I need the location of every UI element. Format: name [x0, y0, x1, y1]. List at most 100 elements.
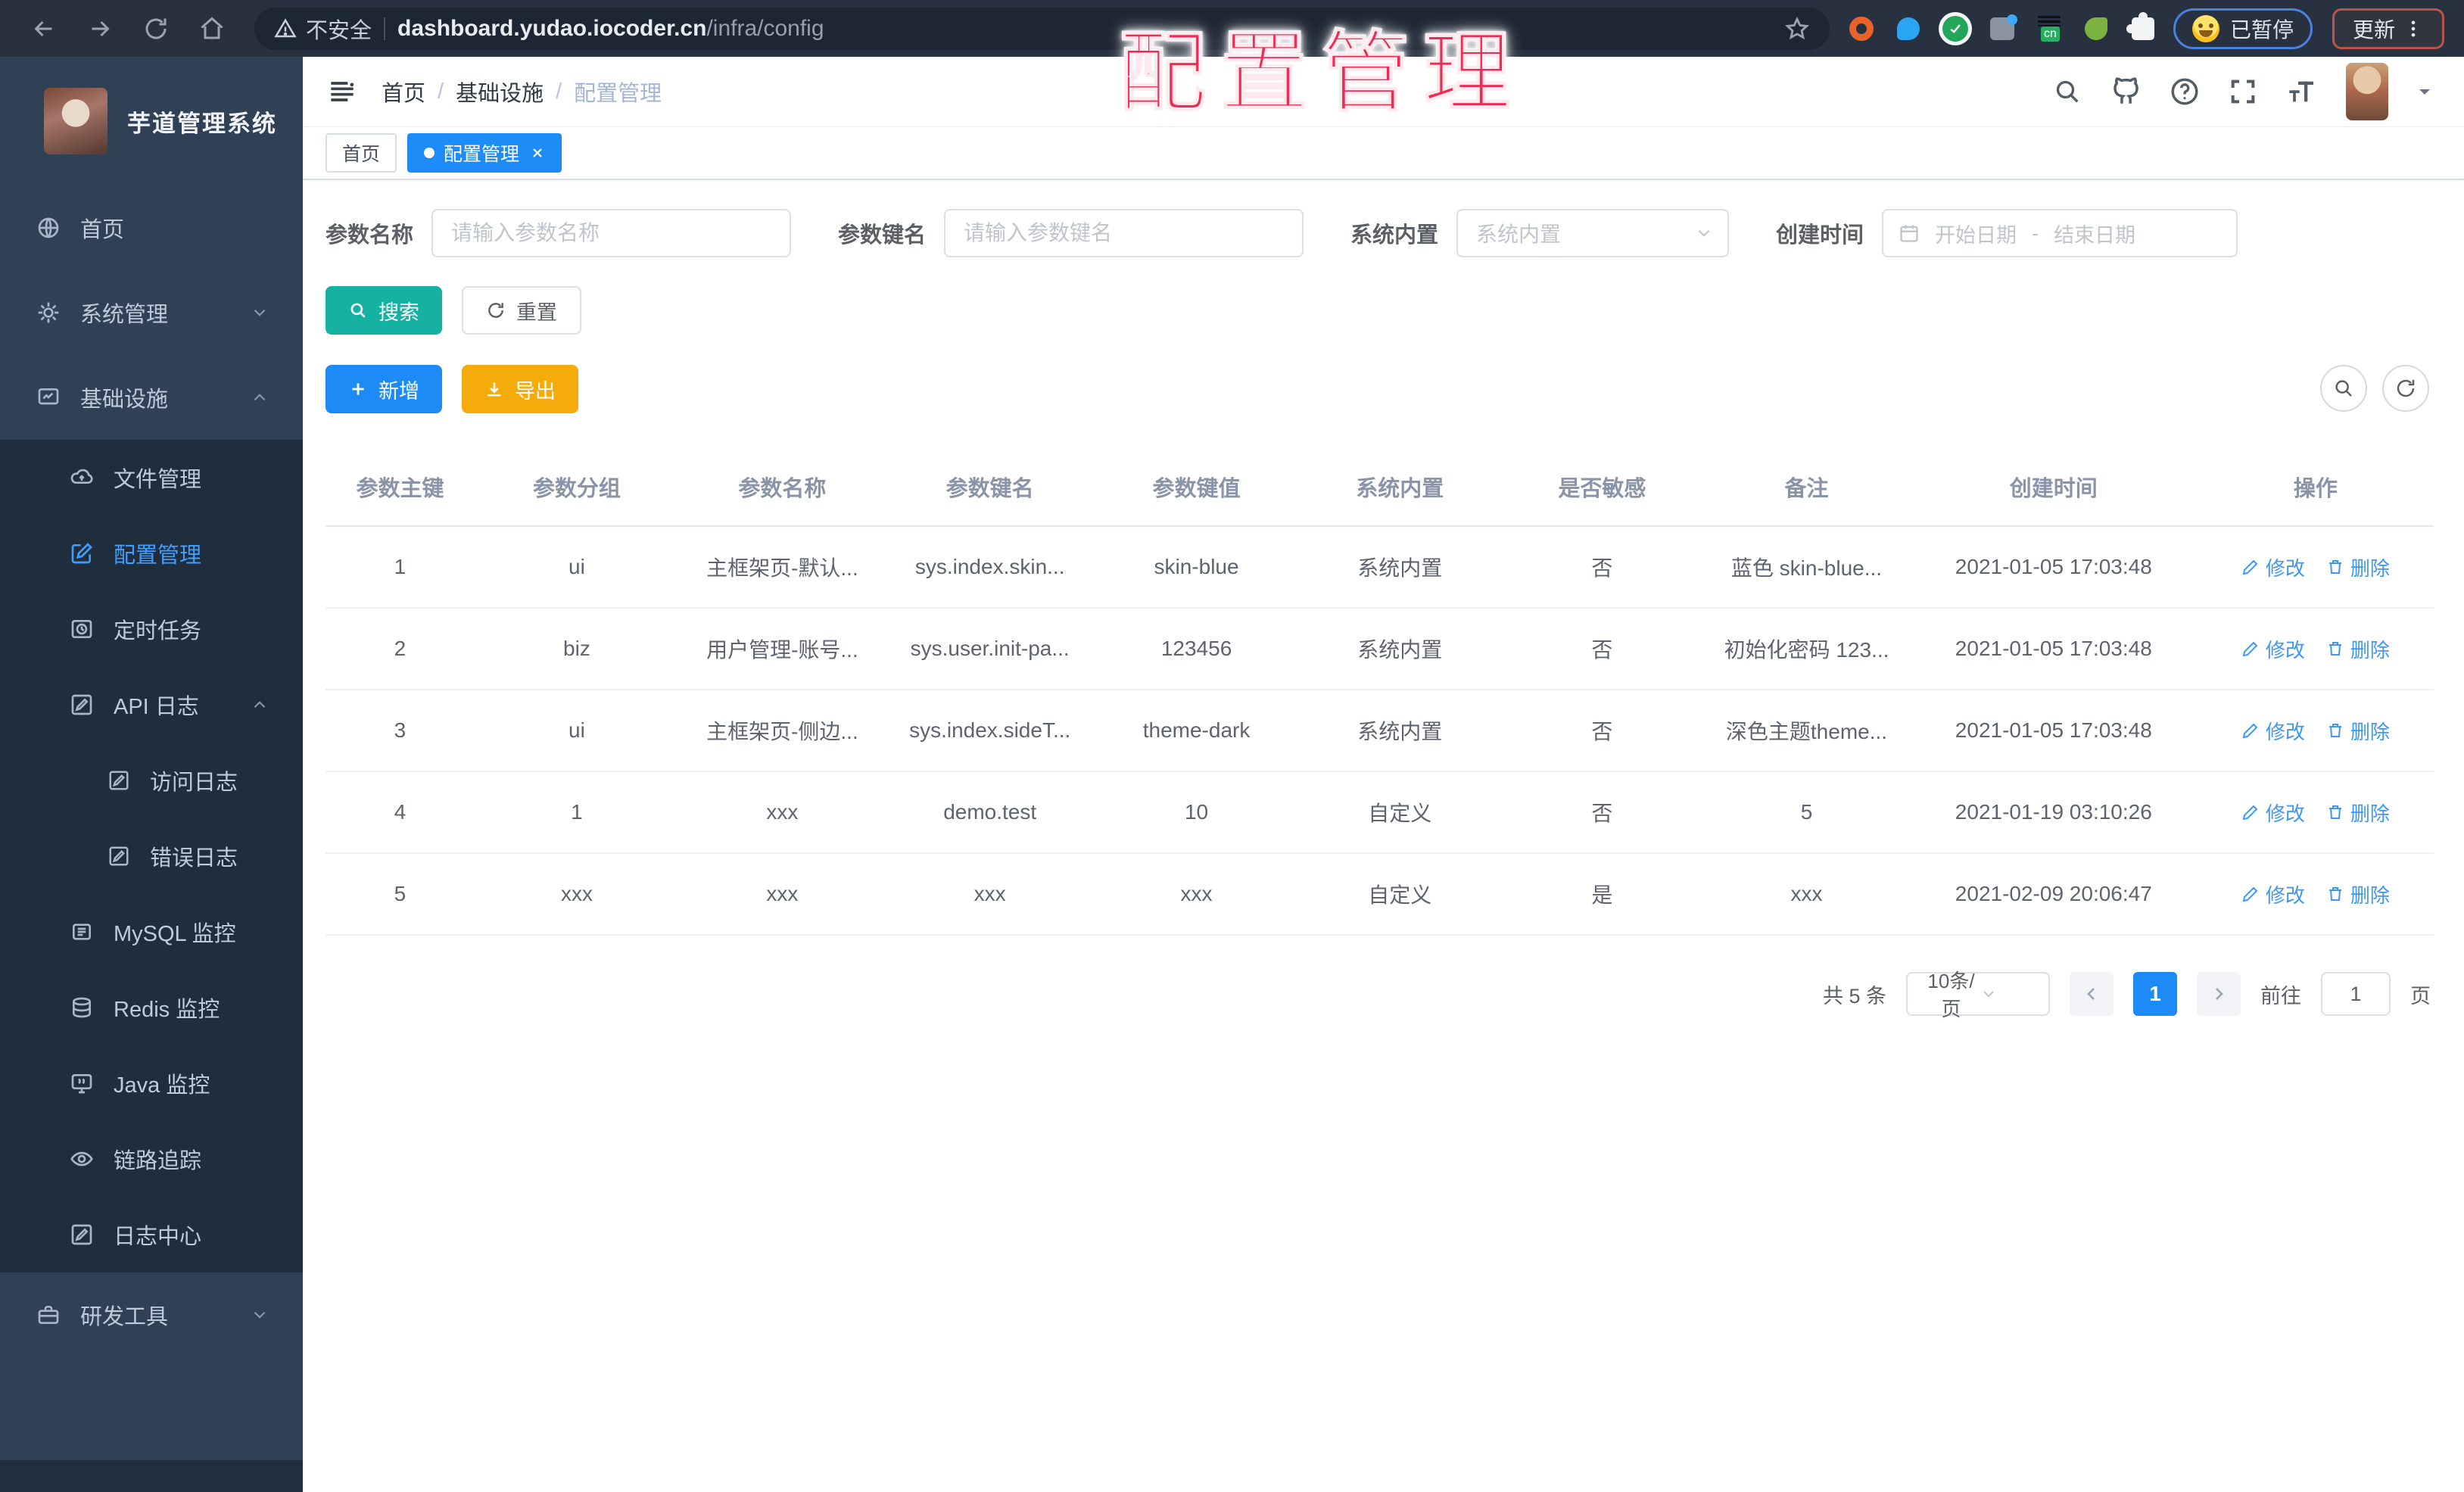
cell: 否 [1500, 608, 1704, 690]
sidebar-item-infra[interactable]: 基础设施 [0, 355, 303, 440]
reset-button[interactable]: 重置 [462, 286, 581, 335]
date-range-picker[interactable]: 开始日期 - 结束日期 [1882, 209, 2238, 257]
sidebar-item-config-manage[interactable]: 配置管理 [0, 516, 303, 591]
font-size-icon[interactable] [2285, 76, 2319, 107]
green-check-extension-icon[interactable] [1942, 15, 1969, 42]
sidebar-item-system[interactable]: 系统管理 [0, 270, 303, 355]
orange-ring-extension-icon[interactable] [1848, 15, 1875, 42]
breadcrumb-home[interactable]: 首页 [382, 76, 425, 107]
infra-submenu: 文件管理 配置管理 定时任务 API 日志 访问日志 错误日志 MySQL 监控… [0, 440, 303, 1272]
search-button-row: 搜索 重置 [326, 286, 2434, 335]
edit-link[interactable]: 修改 [2241, 553, 2305, 581]
current-page[interactable]: 1 [2133, 972, 2177, 1016]
sidebar-item-label: 访问日志 [150, 771, 238, 795]
tab-config[interactable]: 配置管理 [407, 133, 562, 173]
github-icon[interactable] [2110, 76, 2142, 107]
page-url[interactable]: dashboard.yudao.iocoder.cn/infra/config [397, 16, 824, 42]
address-bar[interactable]: 不安全 dashboard.yudao.iocoder.cn/infra/con… [254, 7, 1830, 50]
monitor-icon [70, 920, 94, 944]
delete-link[interactable]: 删除 [2326, 553, 2390, 581]
app-logo-row[interactable]: 芋道管理系统 [0, 57, 303, 185]
delete-link[interactable]: 删除 [2326, 717, 2390, 745]
toggle-search-button[interactable] [2320, 365, 2367, 412]
cell: xxx [678, 771, 886, 854]
chevron-down-icon[interactable] [2416, 83, 2434, 101]
reload-icon[interactable] [132, 7, 180, 51]
cn-translate-extension-icon[interactable]: cn [2036, 15, 2063, 42]
param-key-input[interactable] [944, 209, 1304, 257]
chevron-down-icon [250, 1305, 269, 1325]
puzzle-extension-icon[interactable] [2126, 11, 2157, 42]
bookmark-star-icon[interactable] [1784, 16, 1810, 42]
search-icon[interactable] [2052, 76, 2082, 107]
delete-link[interactable]: 删除 [2326, 635, 2390, 663]
col-header: 系统内置 [1298, 448, 1501, 527]
cell: 2021-01-05 17:03:48 [1909, 690, 2198, 772]
url-host: dashboard.yudao.iocoder.cn [397, 15, 707, 41]
goto-page-input[interactable] [2321, 972, 2391, 1016]
cell: 系统内置 [1298, 690, 1501, 772]
sidebar-item-log-center[interactable]: 日志中心 [0, 1197, 303, 1272]
sidebar-item-home[interactable]: 首页 [0, 185, 303, 270]
sidebar-item-file-manage[interactable]: 文件管理 [0, 440, 303, 516]
table-row: 4 1 xxx demo.test 10 自定义 否 5 2021-01-19 … [326, 771, 2434, 854]
cn-badge: cn [2040, 26, 2060, 42]
edit-icon [2241, 558, 2260, 576]
eye-icon [70, 1147, 94, 1171]
sidebar-item-api-log[interactable]: API 日志 [0, 667, 303, 743]
sidebar-item-java-monitor[interactable]: Java 监控 [0, 1045, 303, 1121]
app-title: 芋道管理系统 [127, 110, 277, 137]
edit-link[interactable]: 修改 [2241, 717, 2305, 745]
forward-icon[interactable] [76, 7, 124, 51]
refresh-table-button[interactable] [2382, 365, 2429, 412]
sidebar-item-tracing[interactable]: 链路追踪 [0, 1121, 303, 1197]
home-icon[interactable] [188, 7, 236, 51]
app-logo [44, 88, 107, 154]
delete-link[interactable]: 删除 [2326, 880, 2390, 908]
paused-badge[interactable]: 已暂停 [2173, 8, 2313, 49]
export-button[interactable]: 导出 [462, 365, 578, 413]
system-builtin-select[interactable]: 系统内置 [1456, 209, 1730, 257]
search-button[interactable]: 搜索 [326, 286, 442, 335]
next-page-button[interactable] [2197, 972, 2241, 1016]
sidebar-item-label: MySQL 监控 [114, 922, 236, 946]
avatar[interactable] [2346, 63, 2388, 120]
gray-blue-extension-icon[interactable] [1989, 14, 2017, 42]
collapse-sidebar-icon[interactable] [326, 75, 359, 108]
col-header: 参数分组 [474, 448, 679, 527]
calendar-icon [1899, 223, 1920, 244]
delete-link[interactable]: 删除 [2326, 799, 2390, 827]
security-chip[interactable]: 不安全 [274, 13, 372, 45]
menu-dots-icon[interactable] [2403, 18, 2424, 39]
param-name-input[interactable] [431, 209, 792, 257]
edit-link[interactable]: 修改 [2241, 799, 2305, 827]
page-size-select[interactable]: 10条/页 [1906, 970, 2050, 1020]
update-button[interactable]: 更新 [2332, 8, 2444, 49]
blue-pin-extension-icon[interactable] [1895, 15, 1922, 42]
help-icon[interactable] [2169, 76, 2201, 107]
edit-label: 修改 [2265, 638, 2305, 662]
cell: 主框架页-侧边... [678, 690, 886, 772]
sidebar-item-redis-monitor[interactable]: Redis 监控 [0, 970, 303, 1045]
edit-square-icon [107, 845, 130, 867]
fullscreen-icon[interactable] [2228, 76, 2258, 107]
chevron-down-icon [1694, 223, 1714, 243]
edit-link[interactable]: 修改 [2241, 635, 2305, 663]
sidebar-item-dev-tools[interactable]: 研发工具 [0, 1272, 303, 1357]
breadcrumb-infra[interactable]: 基础设施 [456, 76, 544, 107]
close-icon[interactable] [530, 145, 545, 160]
prev-page-button[interactable] [2070, 972, 2114, 1016]
add-button[interactable]: 新增 [326, 365, 442, 413]
edit-link[interactable]: 修改 [2241, 880, 2305, 908]
sidebar-item-access-log[interactable]: 访问日志 [0, 743, 303, 818]
back-icon[interactable] [20, 7, 68, 51]
search-icon [348, 301, 368, 320]
end-date-placeholder: 结束日期 [2054, 223, 2136, 247]
sidebar-item-error-log[interactable]: 错误日志 [0, 818, 303, 894]
col-header: 是否敏感 [1500, 448, 1704, 527]
edit-square-icon [107, 769, 130, 792]
sidebar-item-mysql-monitor[interactable]: MySQL 监控 [0, 894, 303, 970]
sidebar-item-scheduled-jobs[interactable]: 定时任务 [0, 591, 303, 667]
tab-home[interactable]: 首页 [326, 133, 397, 173]
green-leaf-extension-icon[interactable] [2082, 15, 2110, 42]
